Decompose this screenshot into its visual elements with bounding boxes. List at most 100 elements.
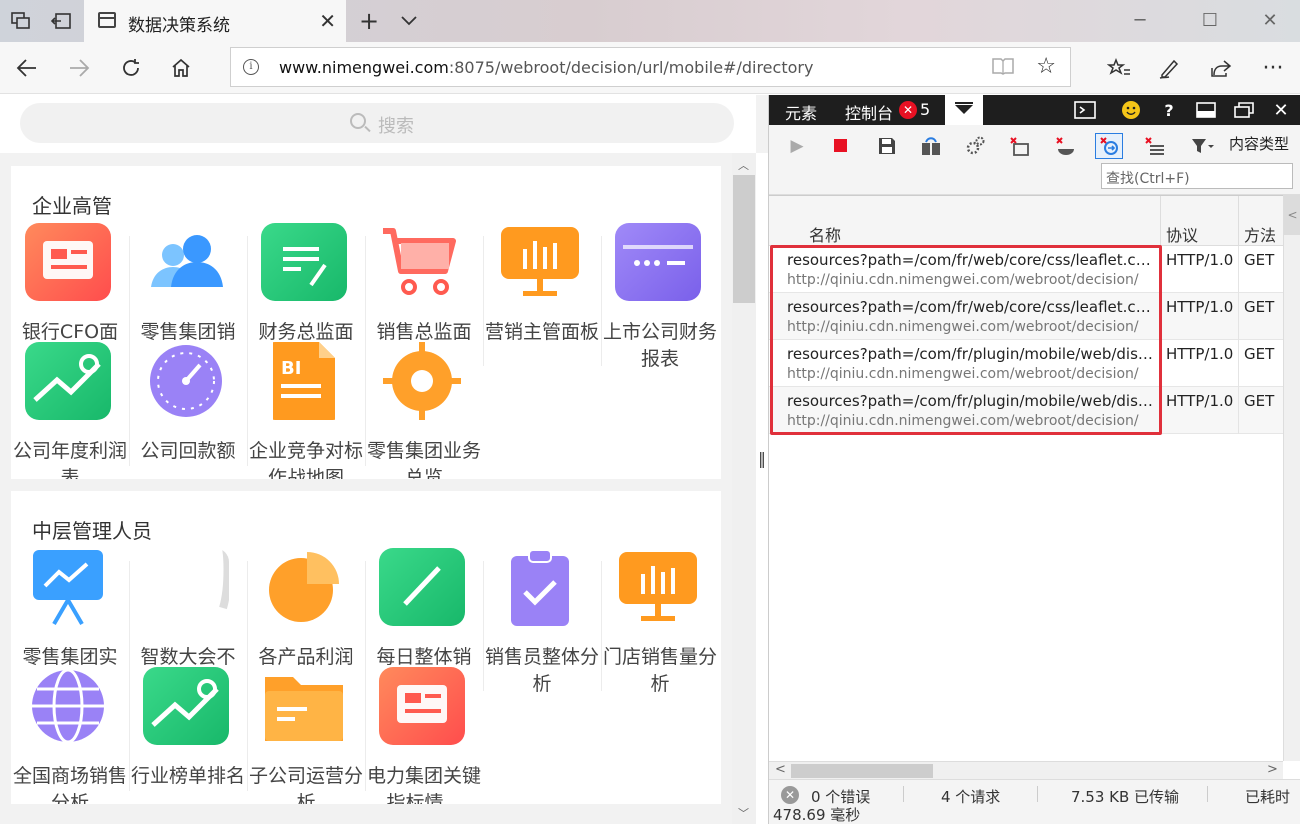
back-icon[interactable] — [12, 54, 42, 82]
help-icon[interactable]: ? — [1157, 99, 1181, 121]
scroll-thumb[interactable] — [733, 175, 755, 303]
details-scrollbar[interactable]: < — [1283, 195, 1300, 761]
scroll-down-icon[interactable]: ﹀ — [738, 805, 749, 821]
reading-view-icon[interactable] — [992, 57, 1014, 80]
import-har-icon[interactable] — [917, 133, 945, 159]
app-tile[interactable]: 零售集团销 — [129, 223, 247, 343]
app-tile[interactable]: 电力集团关键指标情... — [365, 667, 483, 804]
pen-notes-icon[interactable] — [1154, 54, 1184, 82]
id-card-icon — [25, 223, 111, 301]
section-title: 中层管理人员 — [32, 519, 152, 543]
document-edit-icon — [261, 223, 347, 301]
column-method[interactable]: 方法 — [1244, 222, 1276, 246]
app-tile[interactable]: 行业榜单排名 — [129, 667, 247, 787]
devtools-splitter[interactable]: ‖ — [756, 153, 768, 824]
close-window-icon[interactable]: ✕ — [1250, 6, 1290, 34]
transferred-size: 7.53 KB 已传输 — [1071, 788, 1180, 806]
info-icon[interactable]: i — [243, 59, 259, 75]
globe-icon — [25, 667, 111, 745]
clipboard-check-icon — [497, 548, 583, 626]
clear-cookies-icon[interactable] — [1051, 133, 1079, 159]
favorites-list-icon[interactable] — [1104, 54, 1134, 82]
app-tile[interactable]: 子公司运营分析 — [247, 667, 365, 804]
request-protocol: HTTP/1.0 — [1166, 392, 1234, 410]
app-tile[interactable]: 智数大会不完... — [129, 548, 247, 695]
app-tile[interactable]: 上市公司财务报表 — [601, 223, 719, 370]
horizontal-scrollbar[interactable]: < > — [769, 761, 1283, 779]
elapsed-time: 478.69 毫秒 — [773, 806, 861, 824]
search-input[interactable]: 搜索 — [20, 103, 734, 143]
feedback-smiley-icon[interactable] — [1119, 99, 1143, 121]
set-aside-tabs-icon[interactable] — [48, 8, 74, 34]
home-icon[interactable] — [166, 54, 196, 82]
app-label: 销售员整体分析 — [484, 646, 599, 695]
svg-text:BI: BI — [281, 358, 301, 379]
bi-report-icon: BI — [261, 342, 347, 420]
scroll-up-icon[interactable]: ︿ — [738, 157, 749, 173]
pie-chart-icon — [261, 548, 347, 626]
tab-network-dropdown[interactable] — [945, 95, 983, 125]
url-input[interactable]: i www.nimengwei.com:8075/webroot/decisio… — [230, 47, 1071, 87]
content-type-filter[interactable]: 内容类型 — [1229, 133, 1289, 154]
maximize-icon[interactable]: ☐ — [1190, 6, 1230, 34]
tab-elements[interactable]: 元素 — [785, 100, 817, 124]
app-tile[interactable]: 全国商场销售分析 — [11, 667, 129, 804]
app-tile[interactable]: 销售员整体分析 — [483, 548, 601, 695]
app-label: 公司回款额 — [140, 440, 236, 462]
app-tile[interactable]: 银行CFO面 — [11, 223, 129, 343]
filter-icon[interactable] — [1189, 133, 1217, 159]
stop-record-icon[interactable] — [827, 133, 855, 159]
chevron-down-icon[interactable] — [396, 8, 422, 34]
undock-icon[interactable] — [1231, 99, 1257, 121]
app-tile[interactable]: 财务总监面 — [247, 223, 365, 343]
active-tab[interactable]: 数据决策系统 ✕ — [84, 0, 346, 42]
favorite-star-icon[interactable]: ☆ — [1036, 54, 1056, 79]
console-drawer-icon[interactable] — [1073, 99, 1097, 121]
app-tile[interactable]: 公司年度利润表 — [11, 342, 129, 479]
throttle-gear-icon[interactable] — [961, 133, 989, 159]
play-icon[interactable]: ▶ — [783, 133, 811, 159]
scroll-thumb[interactable] — [791, 764, 933, 778]
column-name[interactable]: 名称 — [809, 222, 841, 246]
save-icon[interactable] — [873, 133, 901, 159]
app-tile[interactable]: 门店销售量分析 — [601, 548, 719, 695]
close-devtools-icon[interactable]: ✕ — [1269, 99, 1293, 121]
clear-entries-icon[interactable] — [1141, 133, 1169, 159]
find-input[interactable]: 查找(Ctrl+F) — [1101, 163, 1293, 189]
scroll-left-icon[interactable]: < — [775, 762, 786, 777]
forward-icon[interactable] — [64, 54, 94, 82]
app-label: 营销主管面板 — [484, 321, 599, 343]
clear-cache-icon[interactable] — [1005, 133, 1033, 159]
id-card-icon — [379, 667, 465, 745]
new-tab-icon[interactable]: + — [356, 7, 382, 35]
tab-console[interactable]: 控制台 — [845, 100, 893, 124]
more-icon[interactable]: ··· — [1258, 54, 1288, 82]
scroll-right-icon[interactable]: > — [1267, 762, 1278, 777]
elapsed-label: 已耗时 — [1245, 788, 1291, 806]
search-bar: 搜索 — [0, 95, 756, 153]
app-tile[interactable]: 销售总监面 — [365, 223, 483, 343]
web-content: 搜索 企业高管 银行CFO面 零售集团销 财务总监面 销售总监面 营销主管面板 … — [0, 95, 768, 824]
chevron-left-icon[interactable]: < — [1284, 195, 1300, 235]
app-tile[interactable]: 营销主管面板 — [483, 223, 601, 343]
app-tile[interactable]: 零售集团实 — [11, 548, 129, 668]
close-tab-icon[interactable]: ✕ — [319, 9, 336, 33]
always-refresh-icon[interactable] — [1095, 133, 1123, 159]
app-tile[interactable]: 零售集团业务总览 — [365, 342, 483, 479]
network-request-table: 名称 协议 方法 resources?path=/com/fr/web/core… — [769, 195, 1283, 761]
app-tile[interactable]: 各产品利润 — [247, 548, 365, 668]
splitter-grip-icon[interactable]: ‖ — [758, 449, 766, 468]
tab-actions-icon[interactable] — [8, 8, 34, 34]
refresh-icon[interactable] — [116, 54, 146, 82]
dock-bottom-icon[interactable] — [1193, 99, 1219, 121]
app-tile[interactable]: BI 企业竞争对标作战地图 — [247, 342, 365, 479]
share-icon[interactable] — [1206, 54, 1236, 82]
app-tile[interactable]: 公司回款额 — [129, 342, 247, 462]
minimize-icon[interactable]: ─ — [1120, 6, 1160, 34]
app-tile[interactable]: 每日整体销 — [365, 548, 483, 668]
presentation-chart-icon — [497, 223, 583, 301]
column-protocol[interactable]: 协议 — [1166, 222, 1198, 246]
page-scrollbar[interactable]: ︿ ﹀ — [732, 153, 756, 824]
table-header: 名称 协议 方法 — [769, 196, 1283, 246]
easel-chart-icon — [25, 548, 111, 626]
